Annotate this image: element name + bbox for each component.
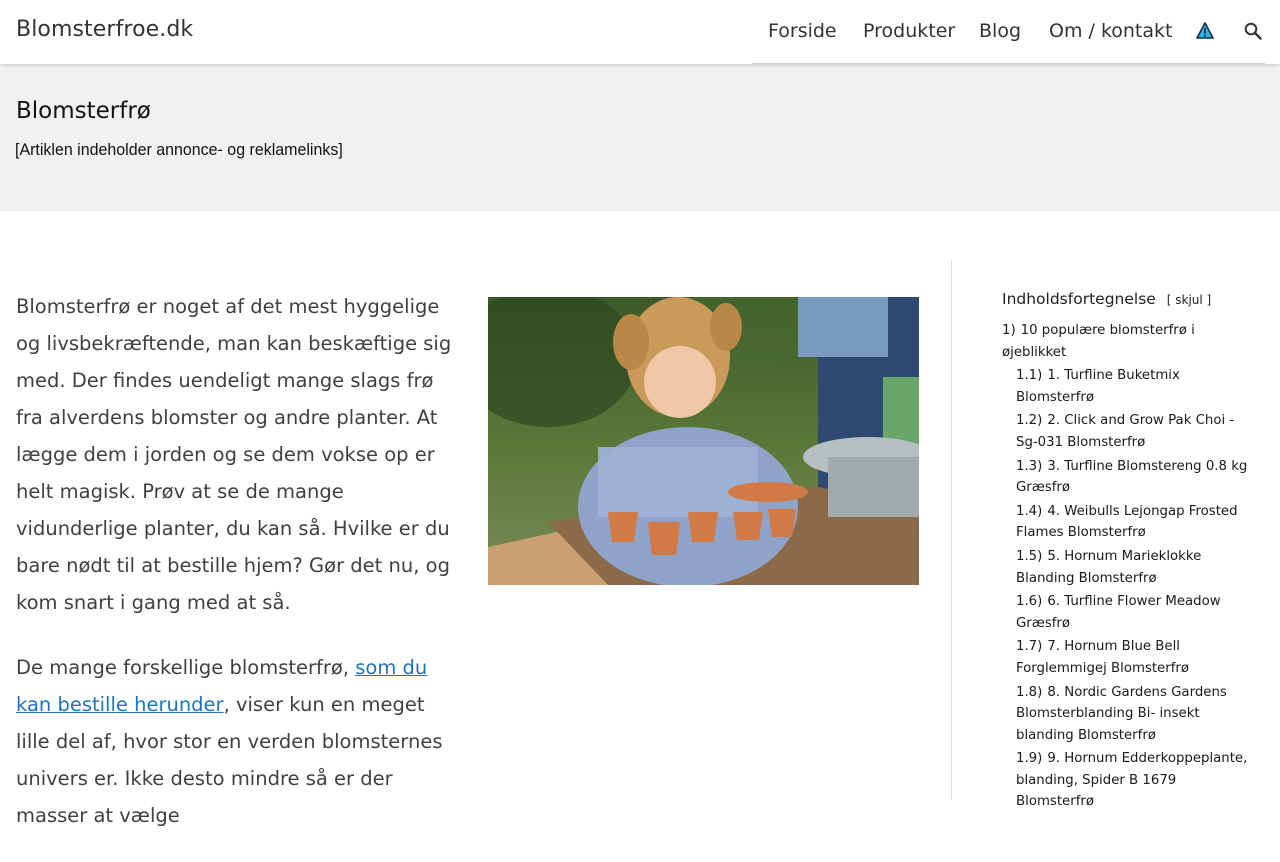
toc-number: 1.4) (1016, 503, 1043, 519)
toc-label: 9. Hornum Edderkoppeplante, blanding, Sp… (1016, 751, 1248, 810)
toc-number: 1.3) (1016, 458, 1043, 474)
toc-toggle: [ skjul ] (1166, 293, 1212, 307)
toc-item: 1.6) 6. Turfline Flower Meadow Græsfrø (1002, 591, 1254, 634)
toc-title: Indholdsfortegnelse (1002, 290, 1156, 308)
toc-label: 2. Click and Grow Pak Choi - Sg-031 Blom… (1016, 413, 1235, 450)
page-title: Blomsterfrø (16, 98, 151, 124)
toc-label: 3. Turfline Blomstereng 0.8 kg Græsfrø (1016, 458, 1248, 496)
toc-item: 1.4) 4. Weibulls Lejongap Frosted Flames … (1002, 501, 1254, 544)
second-paragraph: De mange forskellige blomsterfrø, som du… (16, 649, 456, 834)
site-title-link[interactable]: Blomsterfroe.dk (16, 17, 193, 42)
main-nav: Forside Produkter Blog Om / kontakt (752, 0, 1265, 64)
intro-paragraph: Blomsterfrø er noget af det mest hyggeli… (16, 295, 452, 614)
nav-item-blog[interactable]: Blog (979, 20, 1021, 42)
paragraph-text: De mange forskellige blomsterfrø, (16, 656, 356, 679)
nav-item-produkter[interactable]: Produkter (863, 20, 955, 42)
toc-link[interactable]: 1.2) 2. Click and Grow Pak Choi - Sg-031 … (1016, 413, 1234, 450)
toc-number: 1.2) (1016, 413, 1043, 429)
toc-header: Indholdsfortegnelse [ skjul ] (1002, 290, 1254, 316)
sidebar-divider (951, 260, 952, 800)
toc-item: 1.9) 9. Hornum Edderkoppeplante, blanding… (1002, 748, 1254, 813)
site-header: Blomsterfroe.dk Forside Produkter Blog O… (0, 0, 1280, 64)
toc-link[interactable]: 1.6) 6. Turfline Flower Meadow Græsfrø (1016, 594, 1221, 631)
toc-label: 10 populære blomsterfrø i øjeblikket (1002, 323, 1195, 360)
article-body: Blomsterfrø er noget af det mest hyggeli… (16, 288, 456, 862)
toc-item: 1.2) 2. Click and Grow Pak Choi - Sg-031 … (1002, 410, 1254, 453)
child-planting-seeds-image (488, 297, 919, 585)
toc-item: 1.1) 1. Turfline Buketmix Blomsterfrø (1002, 365, 1254, 408)
toc-label: 4. Weibulls Lejongap Frosted Flames Blom… (1016, 503, 1238, 541)
nav-item-forside[interactable]: Forside (768, 20, 837, 42)
ad-disclaimer: [Artiklen indeholder annonce- og reklame… (15, 140, 343, 159)
toc-link[interactable]: 1.4) 4. Weibulls Lejongap Frosted Flames … (1016, 504, 1238, 541)
toc-item: 1) 10 populære blomsterfrø i øjeblikket (1002, 320, 1254, 363)
toc-number: 1) (1002, 323, 1016, 338)
toc-link[interactable]: 1.8) 8. Nordic Gardens Gardens Blomsterbl… (1016, 685, 1227, 743)
toc-number: 1.9) (1016, 751, 1043, 767)
toc-label: 6. Turfline Flower Meadow Græsfrø (1016, 594, 1221, 631)
toc-label: 8. Nordic Gardens Gardens Blomsterblandi… (1016, 684, 1227, 743)
toc-item: 1.7) 7. Hornum Blue Bell Forglemmigej Blo… (1002, 636, 1254, 679)
toc-item: 1.5) 5. Hornum Marieklokke Blanding Bloms… (1002, 546, 1254, 589)
toc-list: 1) 10 populære blomsterfrø i øjeblikket 1… (1002, 320, 1254, 813)
page-hero: Blomsterfrø [Artiklen indeholder annonce… (0, 64, 1280, 212)
toc-hide-link[interactable]: skjul (1175, 293, 1202, 307)
toc-label: 5. Hornum Marieklokke Blanding Blomsterf… (1016, 548, 1202, 586)
toc-link[interactable]: 1.1) 1. Turfline Buketmix Blomsterfrø (1016, 368, 1180, 405)
search-icon[interactable] (1242, 20, 1264, 42)
toc-link[interactable]: 1) 10 populære blomsterfrø i øjeblikket (1002, 323, 1195, 360)
table-of-contents: Indholdsfortegnelse [ skjul ] 1) 10 popul… (1002, 290, 1254, 815)
toc-link[interactable]: 1.5) 5. Hornum Marieklokke Blanding Bloms… (1016, 549, 1201, 586)
nav-item-om-kontakt[interactable]: Om / kontakt (1049, 20, 1172, 42)
toc-number: 1.6) (1016, 594, 1043, 610)
warning-icon[interactable] (1194, 20, 1216, 42)
toc-number: 1.5) (1016, 548, 1043, 564)
toc-number: 1.7) (1016, 639, 1043, 655)
toc-number: 1.8) (1016, 684, 1043, 700)
toc-number: 1.1) (1016, 368, 1043, 384)
toc-link[interactable]: 1.3) 3. Turfline Blomstereng 0.8 kg Græsf… (1016, 459, 1247, 496)
toc-link[interactable]: 1.9) 9. Hornum Edderkoppeplante, blanding… (1016, 751, 1247, 809)
toc-item: 1.8) 8. Nordic Gardens Gardens Blomsterbl… (1002, 682, 1254, 747)
toc-item: 1.3) 3. Turfline Blomstereng 0.8 kg Græsf… (1002, 456, 1254, 499)
toc-link[interactable]: 1.7) 7. Hornum Blue Bell Forglemmigej Blo… (1016, 639, 1189, 676)
